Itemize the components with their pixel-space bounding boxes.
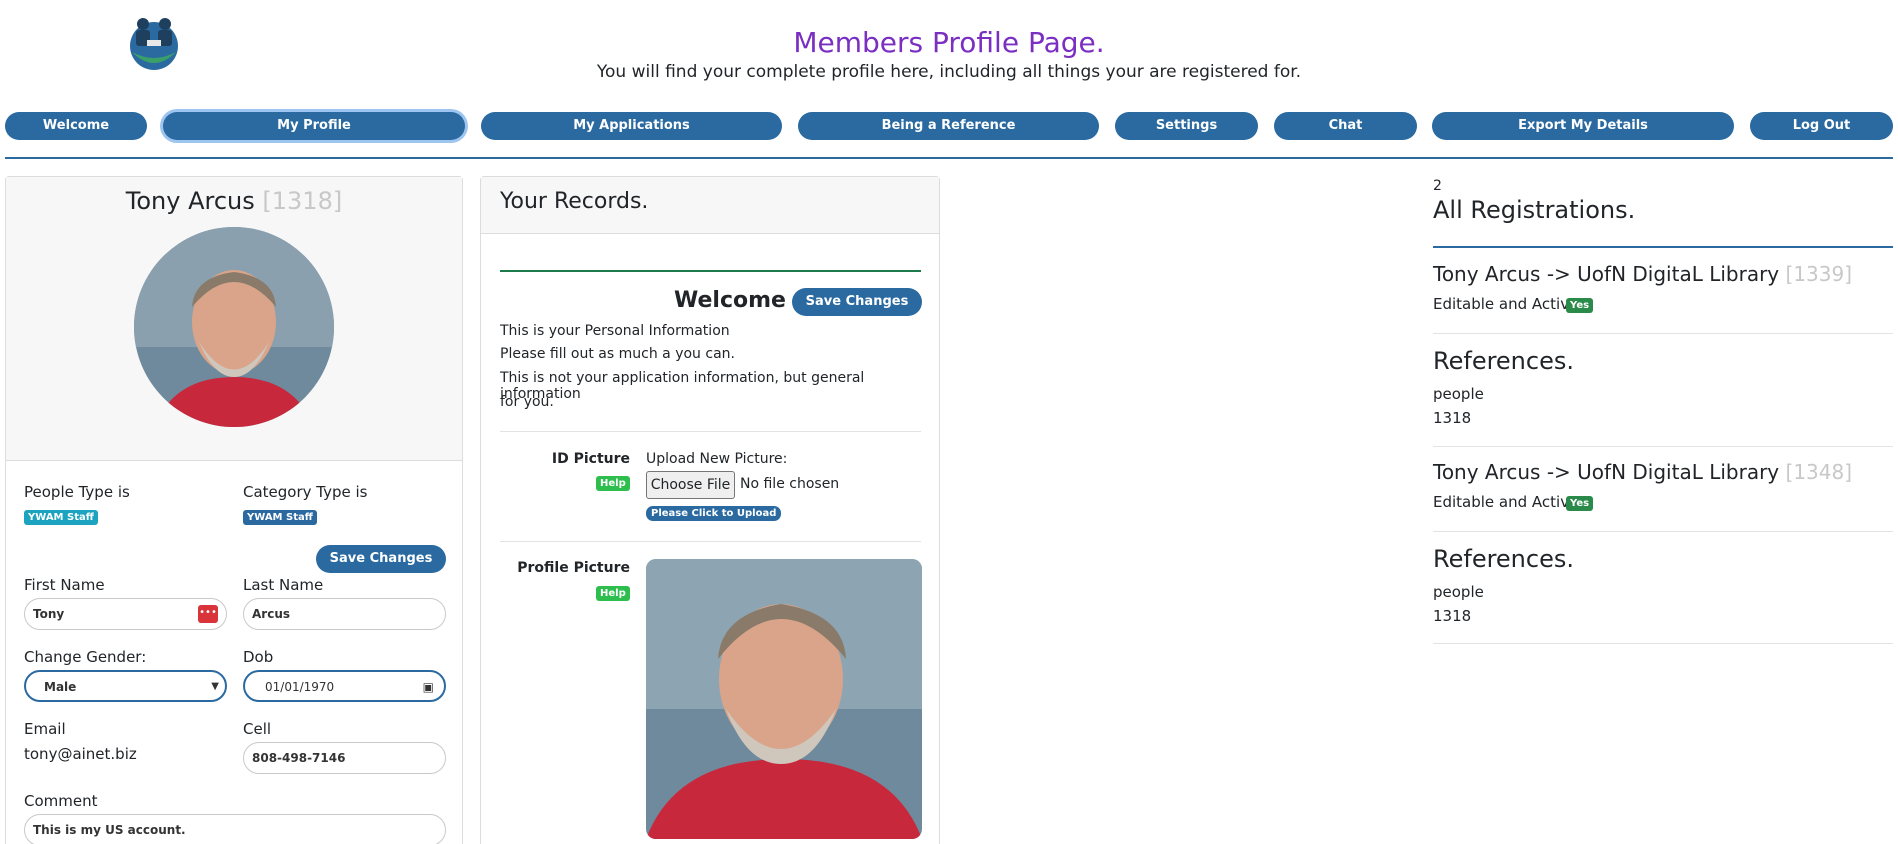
divider	[5, 157, 1893, 159]
comment-field[interactable]: This is my US account.	[24, 814, 446, 844]
records-card: Your Records. Welcome Save Changes This …	[480, 176, 940, 844]
references-id: 1318	[1433, 607, 1472, 625]
nav-settings[interactable]: Settings	[1115, 112, 1258, 140]
choose-file-button[interactable]: Choose File	[646, 471, 735, 499]
references-type: people	[1433, 583, 1484, 601]
first-name-field[interactable]: Tony	[24, 598, 227, 630]
id-picture-help-badge[interactable]: Help	[596, 476, 630, 491]
registration-name-text[interactable]: Tony Arcus -> UofN DigitaL Library	[1433, 460, 1779, 484]
references-title: References.	[1433, 545, 1574, 573]
separator	[500, 541, 921, 542]
nav-export-my-details[interactable]: Export My Details	[1432, 112, 1734, 140]
gender-label: Change Gender:	[24, 648, 147, 666]
nav-chat[interactable]: Chat	[1274, 112, 1417, 140]
registrations-title: All Registrations.	[1433, 196, 1636, 224]
dob-label: Dob	[243, 648, 274, 666]
profile-id: [1318]	[262, 187, 343, 215]
editable-badge: Yes	[1566, 298, 1594, 313]
registration-name-text[interactable]: Tony Arcus -> UofN DigitaL Library	[1433, 262, 1779, 286]
editable-label: Editable and Active?	[1433, 295, 1587, 313]
upload-label: Upload New Picture:	[646, 451, 788, 467]
separator	[1433, 643, 1893, 644]
gender-value: Male	[44, 680, 77, 694]
nav-my-applications[interactable]: My Applications	[481, 112, 782, 140]
registrations-divider	[1433, 246, 1893, 248]
editable-badge: Yes	[1566, 496, 1594, 511]
no-file-text: No file chosen	[740, 476, 840, 492]
people-type-label: People Type is	[24, 483, 130, 501]
upload-button[interactable]: Please Click to Upload	[646, 506, 782, 521]
cell-label: Cell	[243, 720, 272, 738]
records-title: Your Records.	[481, 177, 939, 234]
registration-id: [1348]	[1785, 460, 1853, 484]
separator	[1433, 446, 1893, 447]
welcome-heading: Welcome	[674, 288, 786, 313]
page-title: Members Profile Page.	[793, 26, 1105, 59]
references-id: 1318	[1433, 409, 1472, 427]
category-type-label: Category Type is	[243, 483, 368, 501]
separator	[500, 431, 921, 432]
info-line-3: This is not your application information…	[500, 370, 865, 402]
page-subtitle: You will find your complete profile here…	[596, 62, 1302, 82]
separator	[1433, 531, 1893, 532]
profile-picture-label: Profile Picture	[517, 560, 630, 576]
info-line-4: for you.	[500, 394, 554, 410]
registration-name[interactable]: Tony Arcus -> UofN DigitaL Library [1348…	[1433, 460, 1852, 484]
profile-picture-help-badge[interactable]: Help	[596, 586, 630, 601]
profile-name: Tony Arcus [1318]	[6, 177, 462, 215]
references-type: people	[1433, 385, 1484, 403]
dob-value: 01/01/1970	[265, 680, 335, 694]
avatar	[134, 227, 334, 427]
profile-card: Tony Arcus [1318] People Type is YWAM St…	[5, 176, 463, 844]
chevron-down-icon: ▼	[211, 681, 219, 692]
profile-name-text: Tony Arcus	[125, 187, 255, 215]
id-picture-label: ID Picture	[551, 451, 630, 467]
first-name-label: First Name	[24, 576, 105, 594]
category-type-badge: YWAM Staff	[243, 510, 317, 525]
registration-id: [1339]	[1785, 262, 1853, 286]
records-save-changes-button[interactable]: Save Changes	[792, 288, 922, 316]
separator	[1433, 333, 1893, 334]
email-label: Email	[24, 720, 66, 738]
save-changes-button[interactable]: Save Changes	[316, 545, 446, 573]
info-line-2: Please fill out as much a you can.	[500, 346, 735, 362]
profile-picture	[646, 559, 922, 839]
nav-my-profile[interactable]: My Profile	[163, 112, 465, 140]
email-value: tony@ainet.biz	[24, 745, 137, 763]
last-name-field[interactable]: Arcus	[243, 598, 446, 630]
calendar-icon[interactable]: ▣	[423, 672, 434, 702]
password-manager-icon[interactable]: •••	[198, 605, 218, 623]
registration-name[interactable]: Tony Arcus -> UofN DigitaL Library [1339…	[1433, 262, 1852, 286]
green-divider	[500, 270, 921, 272]
nav-welcome[interactable]: Welcome	[5, 112, 147, 140]
dob-field[interactable]: 01/01/1970 ▣	[243, 670, 446, 702]
cell-field[interactable]: 808-498-7146	[243, 742, 446, 774]
comment-label: Comment	[24, 792, 98, 810]
gender-select[interactable]: Male ▼	[24, 670, 227, 702]
references-title: References.	[1433, 347, 1574, 375]
registration-count: 2	[1433, 178, 1442, 194]
last-name-label: Last Name	[243, 576, 324, 594]
editable-label: Editable and Active?	[1433, 493, 1587, 511]
people-type-badge: YWAM Staff	[24, 510, 98, 525]
info-line-1: This is your Personal Information	[500, 323, 730, 339]
nav-log-out[interactable]: Log Out	[1750, 112, 1893, 140]
nav-being-a-reference[interactable]: Being a Reference	[798, 112, 1099, 140]
